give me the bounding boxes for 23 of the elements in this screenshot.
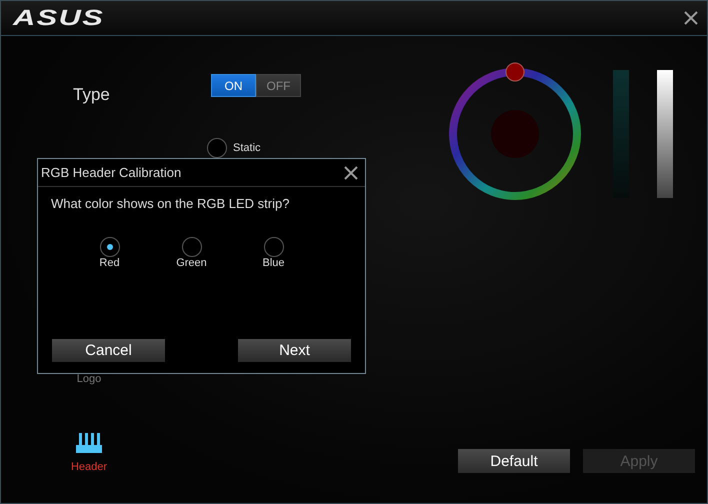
- radio-button[interactable]: [207, 138, 227, 158]
- brightness-bar[interactable]: [657, 70, 673, 198]
- radio-button[interactable]: [182, 237, 202, 257]
- brand-logo: ASUS: [13, 5, 104, 31]
- dialog-button[interactable]: Cancel: [52, 339, 165, 362]
- header-pins-icon[interactable]: [76, 433, 102, 453]
- dialog-button[interactable]: Next: [238, 339, 351, 362]
- close-icon[interactable]: [343, 164, 359, 180]
- radio-button[interactable]: [264, 237, 284, 257]
- radio-button[interactable]: [100, 237, 120, 257]
- mode-label: Static: [233, 142, 261, 154]
- close-icon[interactable]: [683, 10, 699, 26]
- dialog-question: What color shows on the RGB LED strip?: [51, 196, 290, 211]
- option-label: Green: [176, 257, 207, 269]
- toggle-option[interactable]: ON: [211, 74, 256, 97]
- toggle-option[interactable]: OFF: [256, 74, 301, 97]
- option-label: Blue: [262, 257, 285, 269]
- type-label: Type: [73, 85, 111, 105]
- sidebar-item[interactable]: Logo: [76, 373, 102, 385]
- sidebar-item[interactable]: Header: [70, 461, 108, 473]
- option-label: Red: [99, 257, 120, 269]
- action-button[interactable]: Default: [458, 449, 570, 473]
- dialog-title: RGB Header Calibration: [41, 165, 182, 180]
